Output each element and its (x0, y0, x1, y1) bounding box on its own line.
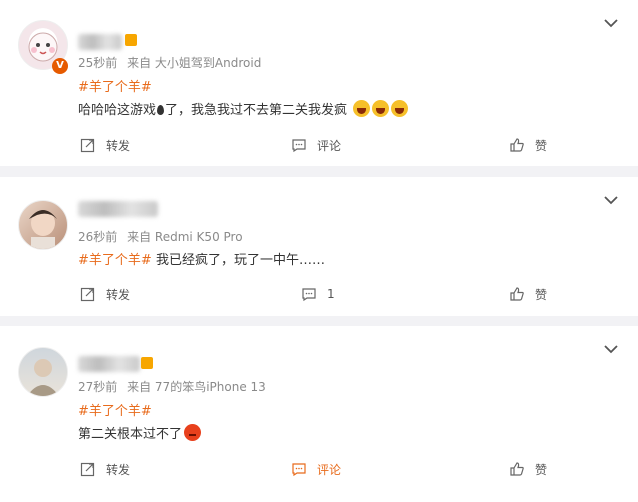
comment-icon (302, 288, 316, 302)
thumbs-up-icon (510, 287, 524, 301)
timestamp: 27秒前 (78, 380, 118, 394)
topic-line: #羊了个羊# (78, 400, 152, 419)
comment-text-part: 我已经疯了，玩了一中午…… (155, 253, 325, 268)
timestamp: 26秒前 (78, 230, 118, 244)
timestamp: 25秒前 (78, 56, 118, 70)
comment-icon (292, 139, 306, 153)
comment-text-part: 哈哈哈这游戏 (78, 103, 157, 118)
member-badge-icon (141, 357, 153, 369)
comment-card-3: 27秒前 来自 77的笨鸟iPhone 13 #羊了个羊# 第二关根本过不了 转… (0, 326, 638, 502)
topic-link[interactable]: #羊了个羊# (78, 80, 152, 95)
chevron-down-icon[interactable] (604, 18, 618, 28)
verified-badge-icon: V (52, 58, 68, 74)
comment-label: 评论 (317, 138, 342, 153)
username-blurred[interactable] (78, 201, 158, 217)
avatar[interactable] (18, 200, 68, 250)
comment-icon (292, 463, 306, 477)
avatar-photo (27, 359, 59, 396)
repost-button[interactable]: 转发 (80, 454, 130, 484)
topic-link[interactable]: #羊了个羊# (78, 404, 152, 419)
repost-button[interactable]: 转发 (80, 130, 130, 160)
member-badge-icon (125, 34, 137, 46)
repost-icon (80, 287, 95, 302)
thumbs-up-icon (510, 138, 524, 152)
comment-button[interactable]: 1 (301, 279, 335, 309)
avatar[interactable] (18, 347, 68, 397)
source: 来自 大小姐驾到Android (127, 56, 262, 70)
avatar-photo (29, 210, 57, 249)
comment-button[interactable]: 评论 (291, 130, 341, 160)
chevron-down-icon[interactable] (604, 195, 618, 205)
source: 来自 77的笨鸟iPhone 13 (127, 380, 266, 394)
like-button[interactable]: 赞 (509, 454, 547, 484)
comment-card-1: V 25秒前 来自 大小姐驾到Android #羊了个羊# 哈哈哈这游戏 了，我急… (0, 0, 638, 166)
repost-label: 转发 (106, 287, 131, 302)
username-blurred[interactable] (78, 356, 140, 372)
username-blurred[interactable] (78, 34, 122, 50)
like-label: 赞 (535, 138, 548, 153)
cry-laugh-emoji (391, 100, 409, 117)
topic-link[interactable]: #羊了个羊# (78, 253, 152, 268)
comment-text: 哈哈哈这游戏 了，我急我过不去第二关我发疯 (78, 99, 409, 118)
comment-meta: 27秒前 来自 77的笨鸟iPhone 13 (78, 378, 272, 395)
comment-card-2: 26秒前 来自 Redmi K50 Pro #羊了个羊# 我已经疯了，玩了一中午… (0, 177, 638, 316)
comment-text-part: 第二关根本过不了 (78, 427, 183, 442)
topic-line: #羊了个羊# (78, 76, 152, 95)
like-label: 赞 (535, 462, 548, 477)
drop-icon (157, 105, 165, 115)
repost-button[interactable]: 转发 (80, 279, 130, 309)
chevron-down-icon[interactable] (604, 344, 618, 354)
comment-meta: 25秒前 来自 大小姐驾到Android (78, 54, 267, 71)
comment-text: 第二关根本过不了 (78, 423, 202, 442)
comment-button[interactable]: 评论 (291, 454, 341, 484)
cry-laugh-emoji (372, 100, 390, 117)
repost-icon (80, 462, 95, 477)
angry-emoji (184, 424, 202, 441)
repost-label: 转发 (106, 138, 131, 153)
comment-label: 评论 (317, 462, 342, 477)
comment-meta: 26秒前 来自 Redmi K50 Pro (78, 228, 249, 245)
like-button[interactable]: 赞 (509, 130, 547, 160)
action-bar: 转发 评论 赞 (0, 130, 638, 160)
source: 来自 Redmi K50 Pro (127, 230, 243, 244)
like-label: 赞 (535, 287, 548, 302)
comment-text: #羊了个羊# 我已经疯了，玩了一中午…… (78, 249, 325, 268)
thumbs-up-icon (510, 462, 524, 476)
action-bar: 转发 评论 赞 (0, 454, 638, 484)
like-button[interactable]: 赞 (509, 279, 547, 309)
action-bar: 转发 1 赞 (0, 279, 638, 309)
repost-label: 转发 (106, 462, 131, 477)
repost-icon (80, 138, 95, 153)
comment-count: 1 (327, 287, 335, 301)
comment-text-part: 了，我急我过不去第二关我发疯 (165, 103, 348, 118)
cry-laugh-emoji (353, 100, 371, 117)
